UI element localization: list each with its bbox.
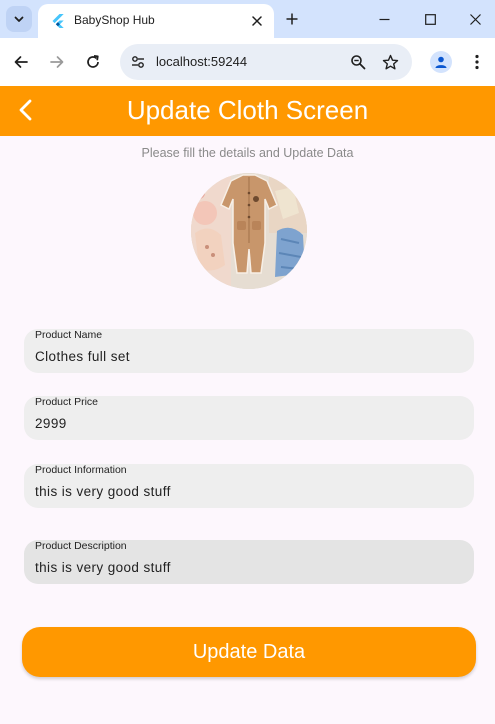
tune-icon [132,56,144,68]
product-price-label: Product Price [35,396,99,408]
product-name-field[interactable]: Product Name Clothes full set [24,329,474,373]
form-subtitle: Please fill the details and Update Data [141,146,354,160]
address-bar[interactable]: localhost:59244 [120,44,412,80]
product-price-value[interactable]: 2999 [35,416,67,431]
arrow-right-icon [50,56,64,68]
product-information-label: Product Information [35,464,127,476]
page-title: Update Cloth Screen [126,95,369,125]
close-window-button[interactable] [452,4,495,34]
product-description-field[interactable]: Product Description this is very good st… [24,540,474,584]
close-icon [469,13,481,25]
url-text[interactable]: localhost:59244 [156,54,247,69]
maximize-button[interactable] [407,4,453,34]
new-tab-button[interactable] [281,8,303,30]
product-image[interactable] [191,173,307,289]
profile-button[interactable] [430,51,452,73]
baby-clothes-set-image [191,173,307,289]
product-description-label: Product Description [35,540,127,552]
back-button[interactable] [9,50,33,74]
maximize-icon [424,13,436,25]
close-icon [252,16,262,26]
reload-button[interactable] [81,50,105,74]
tab-title: BabyShop Hub [74,13,155,27]
app-bar: Update Cloth Screen [0,86,495,136]
chevron-down-icon [14,16,24,22]
plus-icon [286,13,298,25]
minimize-icon [379,18,389,20]
reload-icon [87,54,99,68]
star-icon [382,54,398,69]
update-data-button[interactable]: Update Data [22,627,476,677]
zoom-button[interactable] [348,52,368,72]
product-price-field[interactable]: Product Price 2999 [24,396,474,440]
site-info-button[interactable] [128,52,148,72]
product-information-value[interactable]: this is very good stuff [35,484,171,499]
product-description-value[interactable]: this is very good stuff [35,560,171,575]
browser-tab-bar: BabyShop Hub [0,0,495,38]
bookmark-button[interactable] [380,52,400,72]
minimize-button[interactable] [361,4,407,34]
person-icon [435,56,447,68]
browser-toolbar: localhost:59244 [0,38,495,86]
flutter-icon [52,14,64,28]
tab-search-button[interactable] [6,6,32,32]
product-information-field[interactable]: Product Information this is very good st… [24,464,474,508]
product-name-label: Product Name [35,329,103,341]
product-name-value[interactable]: Clothes full set [35,349,130,364]
arrow-left-icon [14,56,28,68]
tab-close-button[interactable] [248,12,266,30]
forward-button[interactable] [45,50,69,74]
zoom-icon [351,55,366,70]
browser-menu-button[interactable] [465,50,489,74]
kebab-menu-icon [475,54,479,70]
browser-tab[interactable]: BabyShop Hub [38,4,274,38]
